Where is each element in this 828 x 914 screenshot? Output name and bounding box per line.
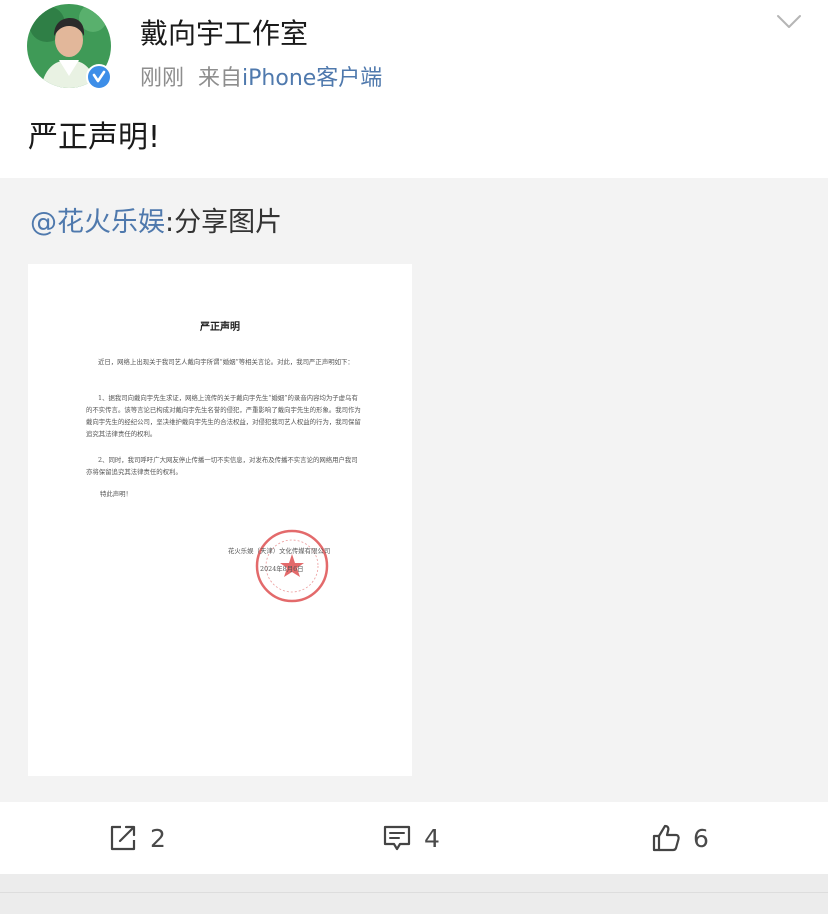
- repost-card[interactable]: @花火乐娱:分享图片 严正声明 近日，网络上出现关于我司艺人戴向宇所谓“婚姻”等…: [0, 178, 828, 802]
- mention-link[interactable]: @花火乐娱: [30, 207, 165, 238]
- doc-closing: 特此声明！: [100, 490, 132, 498]
- repost-count: 2: [150, 823, 166, 853]
- comment-icon: [383, 825, 411, 851]
- post-time: 刚刚: [140, 66, 185, 91]
- doc-signer: 花火乐娱（天津）文化传媒有限公司: [228, 547, 331, 555]
- repost-content: :分享图片: [165, 207, 283, 238]
- doc-date: 2024年8月6日: [260, 565, 304, 573]
- post-text: 严正声明!: [28, 120, 161, 155]
- action-bar: 2 4 6: [0, 802, 828, 874]
- comment-button[interactable]: 4: [382, 820, 440, 856]
- verified-badge-icon: [86, 64, 112, 90]
- doc-paragraph-1: 近日，网络上出现关于我司艺人戴向宇所谓“婚姻”等相关言论。对此，我司严正声明如下…: [98, 358, 354, 366]
- post-meta: 刚刚 来自iPhone客户端: [140, 60, 382, 92]
- like-count: 6: [693, 823, 709, 853]
- like-icon: [652, 824, 680, 852]
- bottom-separator: [0, 874, 828, 914]
- like-button[interactable]: 6: [651, 820, 709, 856]
- source-prefix: 来自: [198, 66, 243, 91]
- doc-paragraph-2: 1、据我司向戴向宇先生求证，网络上流传的关于戴向宇先生“婚姻”的录音内容均为子虚…: [86, 394, 361, 438]
- comment-count: 4: [424, 823, 440, 853]
- author-name[interactable]: 戴向宇工作室: [140, 12, 308, 52]
- post-source[interactable]: iPhone客户端: [242, 66, 382, 91]
- divider: [0, 892, 828, 893]
- repost-icon: [110, 825, 136, 851]
- post-header: 戴向宇工作室 刚刚 来自iPhone客户端: [0, 0, 828, 100]
- chevron-down-icon[interactable]: [775, 12, 803, 32]
- doc-paragraph-3: 2、同时，我司呼吁广大网友停止传播一切不实信息，对发布及传播不实言论的网络用户我…: [86, 456, 358, 476]
- statement-image[interactable]: 严正声明 近日，网络上出现关于我司艺人戴向宇所谓“婚姻”等相关言论。对此，我司严…: [28, 264, 412, 776]
- repost-text: @花火乐娱:分享图片: [30, 200, 282, 239]
- doc-title: 严正声明: [200, 322, 240, 333]
- repost-button[interactable]: 2: [108, 820, 166, 856]
